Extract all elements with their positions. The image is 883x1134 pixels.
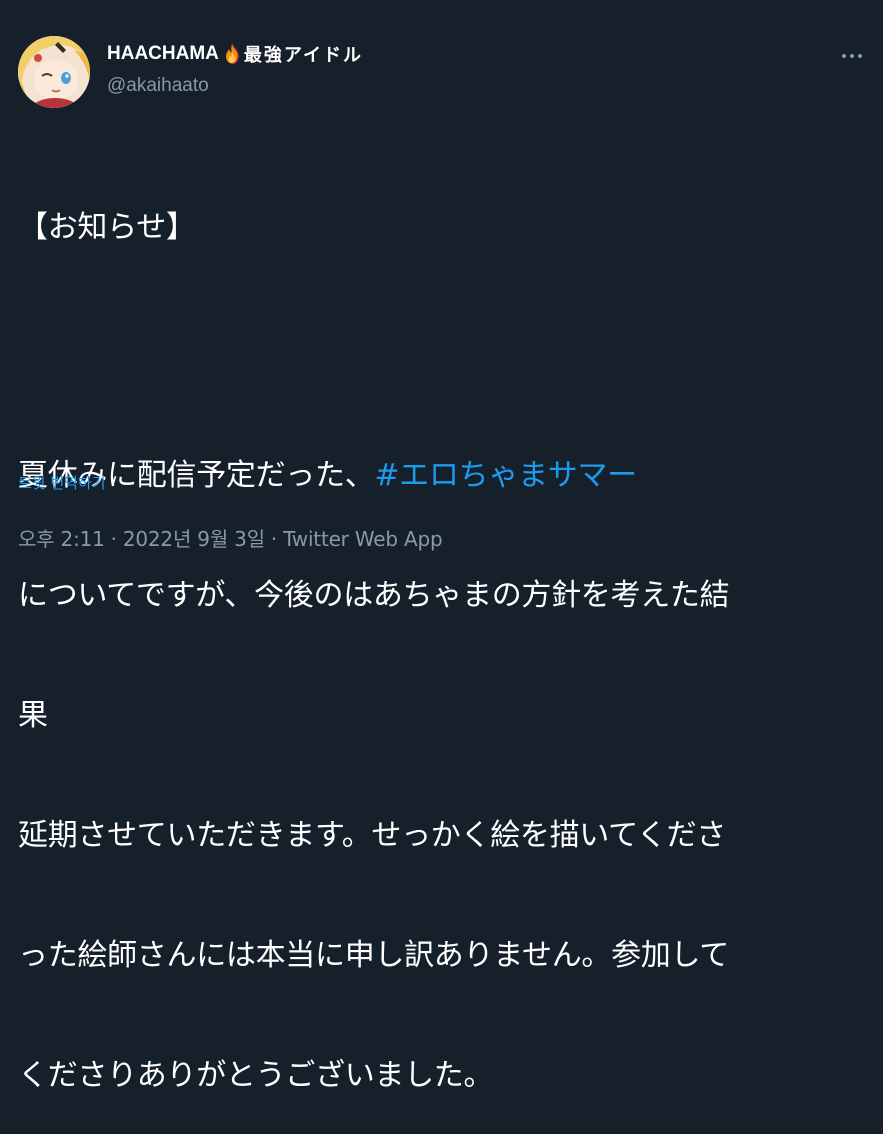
hashtag-link[interactable]: #エロちゃまサマー bbox=[374, 458, 637, 493]
tweet-line-7: くださりありがとうございました。 bbox=[18, 1058, 494, 1093]
user-handle[interactable]: @akaihaato bbox=[107, 75, 363, 97]
display-name-row[interactable]: HAACHAMA 最強アイドル bbox=[107, 41, 363, 67]
tweet-date[interactable]: 2022년 9월 3일 bbox=[123, 527, 265, 551]
author-names: HAACHAMA 最強アイドル @akaihaato bbox=[107, 41, 363, 97]
meta-separator: · bbox=[110, 527, 117, 551]
tweet-text: 【お知らせ】 夏休みに配信予定だった、#エロちゃまサマー についてですが、今後の… bbox=[18, 128, 863, 1134]
more-dot-icon bbox=[842, 54, 846, 58]
tweet-card: HAACHAMA 最強アイドル @akaihaato 【お知らせ】 夏休みに配信… bbox=[0, 0, 883, 1093]
tweet-line-6: った絵師さんには本当に申し訳ありません。参加して bbox=[18, 938, 729, 973]
tweet-line-1: 【お知らせ】 bbox=[18, 210, 196, 245]
tweet-meta: 오후 2:11 · 2022년 9월 3일 · Twitter Web App bbox=[18, 523, 443, 552]
more-options-button[interactable] bbox=[837, 44, 867, 68]
more-dot-icon bbox=[858, 54, 862, 58]
tweet-line-2: 夏休みに配信予定だった、#エロちゃまサマー bbox=[18, 456, 863, 496]
tweet-time[interactable]: 오후 2:11 bbox=[18, 527, 105, 551]
avatar[interactable] bbox=[18, 36, 90, 108]
tweet-line-3: についてですが、今後のはあちゃまの方針を考えた結 bbox=[18, 578, 730, 613]
tweet-line-4: 果 bbox=[18, 698, 48, 733]
tweet-header: HAACHAMA 最強アイドル @akaihaato bbox=[18, 36, 363, 108]
display-name-suffix[interactable]: 最強アイドル bbox=[244, 41, 363, 67]
more-dot-icon bbox=[850, 54, 854, 58]
tweet-source[interactable]: Twitter Web App bbox=[283, 527, 443, 551]
display-name[interactable]: HAACHAMA bbox=[107, 43, 219, 65]
fire-emoji-icon bbox=[221, 43, 243, 65]
translate-tweet-link[interactable]: 트윗 번역하기 bbox=[18, 472, 106, 493]
tweet-line-5: 延期させていただきます。せっかく絵を描いてくださ bbox=[18, 818, 726, 853]
meta-separator: · bbox=[270, 527, 278, 551]
